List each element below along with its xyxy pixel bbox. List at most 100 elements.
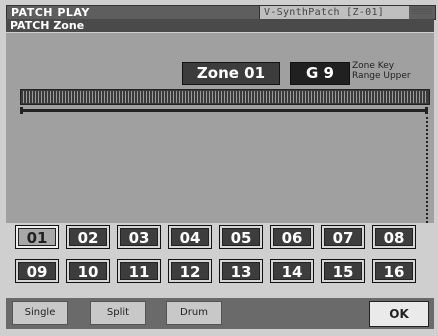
key-stripe xyxy=(95,91,96,103)
key-stripe xyxy=(29,91,30,103)
single-button[interactable]: Single xyxy=(12,301,68,325)
zone-button-09[interactable]: 09 xyxy=(15,259,59,283)
key-stripe xyxy=(143,91,144,103)
key-stripe xyxy=(140,91,141,103)
key-stripe xyxy=(47,91,48,103)
key-stripe xyxy=(206,91,207,103)
zone-button-01[interactable]: 01 xyxy=(15,225,59,249)
key-stripe xyxy=(266,91,267,103)
zone-button-08[interactable]: 08 xyxy=(372,225,416,249)
key-stripe xyxy=(221,91,222,103)
key-stripe xyxy=(245,91,246,103)
zone-button-12[interactable]: 12 xyxy=(168,259,212,283)
key-stripe xyxy=(74,91,75,103)
key-stripe xyxy=(164,91,165,103)
zone-panel: Zone 01 G 9 Zone Key Range Upper xyxy=(6,33,434,223)
key-stripe xyxy=(155,91,156,103)
key-stripe xyxy=(179,91,180,103)
key-stripe xyxy=(317,91,318,103)
key-stripe xyxy=(62,91,63,103)
key-stripe xyxy=(23,91,24,103)
zone-key-label-line2: Range Upper xyxy=(352,71,411,81)
key-stripe xyxy=(263,91,264,103)
key-stripe xyxy=(236,91,237,103)
sub-title: PATCH Zone xyxy=(10,19,85,32)
key-stripe xyxy=(167,91,168,103)
key-stripe xyxy=(83,91,84,103)
zone-button-10[interactable]: 10 xyxy=(66,259,110,283)
key-stripe xyxy=(176,91,177,103)
key-stripe xyxy=(278,91,279,103)
key-stripe xyxy=(125,91,126,103)
key-stripe xyxy=(326,91,327,103)
screen-title: PATCH PLAY xyxy=(11,6,90,19)
keyboard-range-strip[interactable] xyxy=(20,89,430,105)
menu-lines-icon[interactable] xyxy=(412,8,432,17)
key-stripe xyxy=(350,91,351,103)
key-stripe xyxy=(371,91,372,103)
patch-zone-screen: PATCH PLAY V-SynthPatch [Z-01] PATCH Zon… xyxy=(0,0,438,336)
zone-button-14[interactable]: 14 xyxy=(270,259,314,283)
key-stripe xyxy=(128,91,129,103)
key-stripe xyxy=(365,91,366,103)
key-stripe xyxy=(281,91,282,103)
drum-button[interactable]: Drum xyxy=(166,301,222,325)
key-stripe xyxy=(116,91,117,103)
key-stripe xyxy=(32,91,33,103)
title-bar: PATCH PLAY V-SynthPatch [Z-01] xyxy=(6,5,436,20)
zone-key-label: Zone Key Range Upper xyxy=(352,61,411,81)
ok-button[interactable]: OK xyxy=(369,301,429,327)
key-stripe xyxy=(254,91,255,103)
range-right-marker xyxy=(425,107,428,114)
key-stripe xyxy=(329,91,330,103)
zone-button-04[interactable]: 04 xyxy=(168,225,212,249)
key-stripe xyxy=(203,91,204,103)
key-stripe xyxy=(323,91,324,103)
zone-number-display[interactable]: Zone 01 xyxy=(182,62,280,85)
key-stripe xyxy=(287,91,288,103)
key-stripe xyxy=(230,91,231,103)
key-stripe xyxy=(275,91,276,103)
key-stripe xyxy=(113,91,114,103)
key-stripe xyxy=(227,91,228,103)
key-stripe xyxy=(59,91,60,103)
key-stripe xyxy=(104,91,105,103)
key-stripe xyxy=(185,91,186,103)
key-stripe xyxy=(191,91,192,103)
zone-key-label-line1: Zone Key xyxy=(352,61,395,71)
zone-button-05[interactable]: 05 xyxy=(219,225,263,249)
key-stripe xyxy=(182,91,183,103)
key-stripe xyxy=(194,91,195,103)
bottom-toolbar: Single Split Drum OK xyxy=(6,298,434,329)
zone-button-16[interactable]: 16 xyxy=(372,259,416,283)
zone-button-03[interactable]: 03 xyxy=(117,225,161,249)
zone-button-15[interactable]: 15 xyxy=(321,259,365,283)
zone-key-value[interactable]: G 9 xyxy=(290,62,350,85)
key-stripe xyxy=(344,91,345,103)
key-stripe xyxy=(353,91,354,103)
key-stripe xyxy=(173,91,174,103)
zone-button-13[interactable]: 13 xyxy=(219,259,263,283)
key-stripe xyxy=(152,91,153,103)
key-stripe xyxy=(233,91,234,103)
key-stripe xyxy=(341,91,342,103)
key-stripe xyxy=(413,91,414,103)
zone-button-11[interactable]: 11 xyxy=(117,259,161,283)
key-stripe xyxy=(77,91,78,103)
key-stripe xyxy=(416,91,417,103)
key-stripe xyxy=(425,91,426,103)
zone-range-bar xyxy=(20,109,428,112)
key-stripe xyxy=(362,91,363,103)
zone-button-07[interactable]: 07 xyxy=(321,225,365,249)
key-stripe xyxy=(377,91,378,103)
key-stripe xyxy=(338,91,339,103)
key-stripe xyxy=(386,91,387,103)
zone-button-06[interactable]: 06 xyxy=(270,225,314,249)
key-stripe xyxy=(119,91,120,103)
key-stripe xyxy=(122,91,123,103)
key-stripe xyxy=(35,91,36,103)
key-stripe xyxy=(368,91,369,103)
split-button[interactable]: Split xyxy=(90,301,146,325)
zone-button-02[interactable]: 02 xyxy=(66,225,110,249)
key-stripe xyxy=(356,91,357,103)
